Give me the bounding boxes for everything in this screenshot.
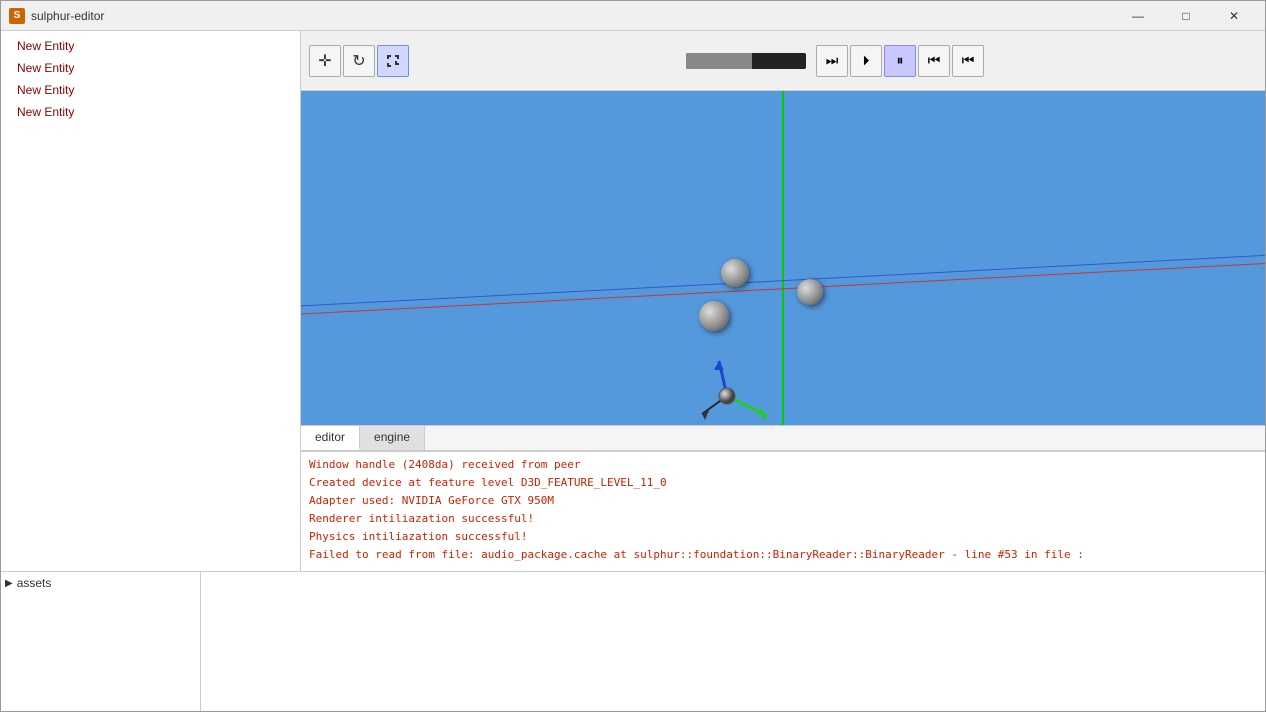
- console-line: Failed to read from file: audio_package.…: [309, 546, 1257, 564]
- step-forward-button[interactable]: ⏵: [850, 45, 882, 77]
- console-panel[interactable]: Window handle (2408da) received from pee…: [301, 451, 1265, 571]
- tab-editor[interactable]: editor: [301, 426, 360, 450]
- tabs-bar: editorengine: [301, 425, 1265, 451]
- entity-item[interactable]: New Entity: [1, 101, 300, 123]
- right-panel: ✛ ↻ ⏭ ⏵ ⏸ ⏮ ⏮: [301, 31, 1265, 571]
- close-button[interactable]: ✕: [1211, 1, 1257, 31]
- bottom-panel: ▶ assets: [1, 571, 1265, 711]
- pause-button[interactable]: ⏸: [884, 45, 916, 77]
- app-title: sulphur-editor: [31, 9, 104, 23]
- progress-bar[interactable]: [686, 53, 806, 69]
- assets-section: ▶ assets: [1, 572, 201, 711]
- assets-content: [201, 572, 1265, 711]
- window-controls: — □ ✕: [1115, 1, 1257, 31]
- console-line: Window handle (2408da) received from pee…: [309, 456, 1257, 474]
- maximize-button[interactable]: □: [1163, 1, 1209, 31]
- move-tool-button[interactable]: ✛: [309, 45, 341, 77]
- progress-bar-fill: [686, 53, 752, 69]
- title-bar-left: S sulphur-editor: [9, 8, 104, 24]
- main-layout: New EntityNew EntityNew EntityNew Entity…: [1, 31, 1265, 571]
- minimize-button[interactable]: —: [1115, 1, 1161, 31]
- skip-back-button[interactable]: ⏮: [952, 45, 984, 77]
- scene: [301, 91, 1265, 425]
- console-line: Renderer intiliazation successful!: [309, 510, 1257, 528]
- vertical-axis: [782, 91, 784, 425]
- transport-controls: ⏭ ⏵ ⏸ ⏮ ⏮: [686, 45, 984, 77]
- console-line: Created device at feature level D3D_FEAT…: [309, 474, 1257, 492]
- left-panel: New EntityNew EntityNew EntityNew Entity: [1, 31, 301, 571]
- step-back-button[interactable]: ⏮: [918, 45, 950, 77]
- entity-item[interactable]: New Entity: [1, 57, 300, 79]
- console-line: Adapter used: NVIDIA GeForce GTX 950M: [309, 492, 1257, 510]
- console-line: Physics intiliazation successful!: [309, 528, 1257, 546]
- assets-text: assets: [17, 576, 52, 590]
- gizmo: [677, 346, 777, 425]
- entity-item[interactable]: New Entity: [1, 79, 300, 101]
- refresh-button[interactable]: ↻: [343, 45, 375, 77]
- tab-engine[interactable]: engine: [360, 426, 425, 450]
- sphere-2: [797, 279, 823, 305]
- fullscreen-button[interactable]: [377, 45, 409, 77]
- entity-item[interactable]: New Entity: [1, 35, 300, 57]
- assets-label: ▶ assets: [5, 576, 51, 590]
- toolbar: ✛ ↻ ⏭ ⏵ ⏸ ⏮ ⏮: [301, 31, 1265, 91]
- entity-list: New EntityNew EntityNew EntityNew Entity: [1, 31, 300, 571]
- title-bar: S sulphur-editor — □ ✕: [1, 1, 1265, 31]
- play-end-button[interactable]: ⏭: [816, 45, 848, 77]
- tool-group: ✛ ↻: [309, 45, 409, 77]
- viewport[interactable]: [301, 91, 1265, 425]
- sphere-1: [721, 259, 749, 287]
- assets-chevron[interactable]: ▶: [5, 578, 13, 589]
- sphere-3: [699, 301, 729, 331]
- app-icon: S: [9, 8, 25, 24]
